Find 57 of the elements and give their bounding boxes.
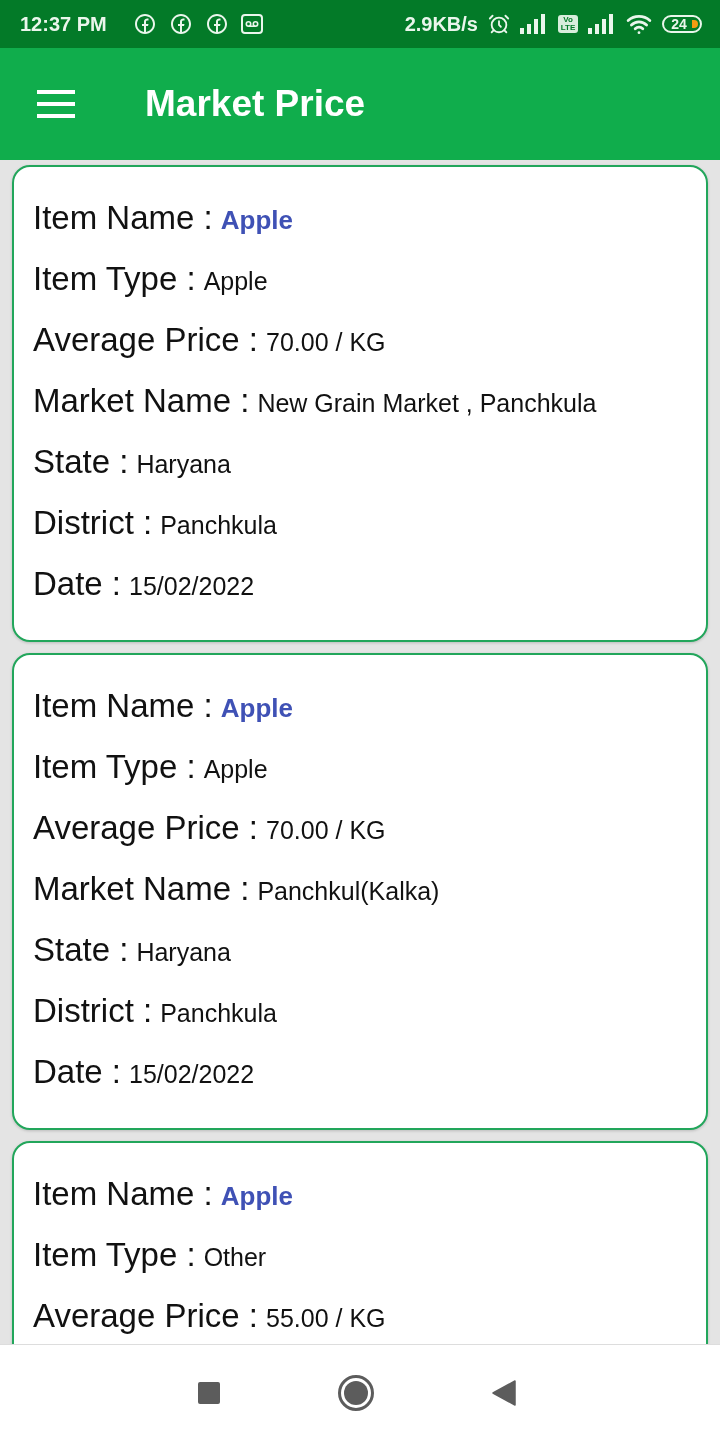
field-value: Panchkul(Kalka) <box>257 877 440 906</box>
field-value: 70.00 / KG <box>266 328 386 357</box>
item-name-value: Apple <box>220 693 293 724</box>
facebook-icon <box>204 12 229 36</box>
signal-icon <box>520 14 548 34</box>
field-label: Average Price : <box>33 809 258 847</box>
network-speed: 2.9KB/s <box>404 12 478 36</box>
field-value: 55.00 / KG <box>266 1304 386 1333</box>
field-value: 15/02/2022 <box>129 572 255 601</box>
field-value: Panchkula <box>160 999 277 1028</box>
field-label: District : <box>33 992 153 1030</box>
field-label: Item Name : <box>33 199 213 237</box>
field-value: 70.00 / KG <box>266 816 386 845</box>
field-label: Item Type : <box>33 748 196 786</box>
field-label: Item Name : <box>33 1175 213 1213</box>
field-label: Date : <box>33 1053 122 1091</box>
price-card[interactable]: Item Name : Apple Item Type : Apple Average Price : 70.00 / KG Market Name : Panchkul(Kalka) State : Haryana District : Panchkula Date : 15/02/2022 <box>12 653 708 1130</box>
field-value: Apple <box>203 755 268 784</box>
field-label: Market Name : <box>33 382 250 420</box>
field-value: New Grain Market , Panchkula <box>257 389 597 418</box>
volte-badge: Vo LTE <box>558 15 578 33</box>
recents-button[interactable] <box>198 1381 220 1404</box>
signal-icon <box>588 14 616 34</box>
field-value: 15/02/2022 <box>129 1060 255 1089</box>
app-title: Market Price <box>145 83 366 125</box>
circle-icon <box>338 1374 374 1411</box>
facebook-icon <box>132 12 157 36</box>
status-time: 12:37 PM <box>20 12 107 36</box>
facebook-icon <box>168 12 193 36</box>
price-card[interactable]: Item Name : Apple Item Type : Other Average Price : 55.00 / KG <box>12 1141 708 1344</box>
voicemail-icon <box>240 14 263 34</box>
item-name-value: Apple <box>220 1181 293 1212</box>
field-label: District : <box>33 504 153 542</box>
battery-icon: 24 <box>662 15 702 33</box>
item-name-value: Apple <box>220 205 293 236</box>
field-label: State : <box>33 443 129 481</box>
field-value: Other <box>203 1243 267 1272</box>
field-label: Item Name : <box>33 687 213 725</box>
price-card[interactable]: Item Name : Apple Item Type : Apple Average Price : 70.00 / KG Market Name : New Grain Market , Panchkula State : Haryana District : Panchkula Date : 15/02/2022 <box>12 165 708 642</box>
field-label: Average Price : <box>33 1297 258 1335</box>
square-icon <box>198 1381 220 1404</box>
field-value: Apple <box>203 267 268 296</box>
field-value: Haryana <box>136 450 231 479</box>
field-label: Date : <box>33 565 122 603</box>
field-label: Item Type : <box>33 260 196 298</box>
field-label: State : <box>33 931 129 969</box>
field-value: Haryana <box>136 938 231 967</box>
field-value: Panchkula <box>160 511 277 540</box>
field-label: Market Name : <box>33 870 250 908</box>
field-label: Item Type : <box>33 1236 196 1274</box>
alarm-icon <box>488 13 510 35</box>
field-label: Average Price : <box>33 321 258 359</box>
triangle-icon <box>492 1379 516 1406</box>
back-button[interactable] <box>492 1379 516 1406</box>
menu-icon <box>37 90 75 118</box>
home-button[interactable] <box>338 1374 374 1411</box>
menu-button[interactable] <box>37 89 75 119</box>
